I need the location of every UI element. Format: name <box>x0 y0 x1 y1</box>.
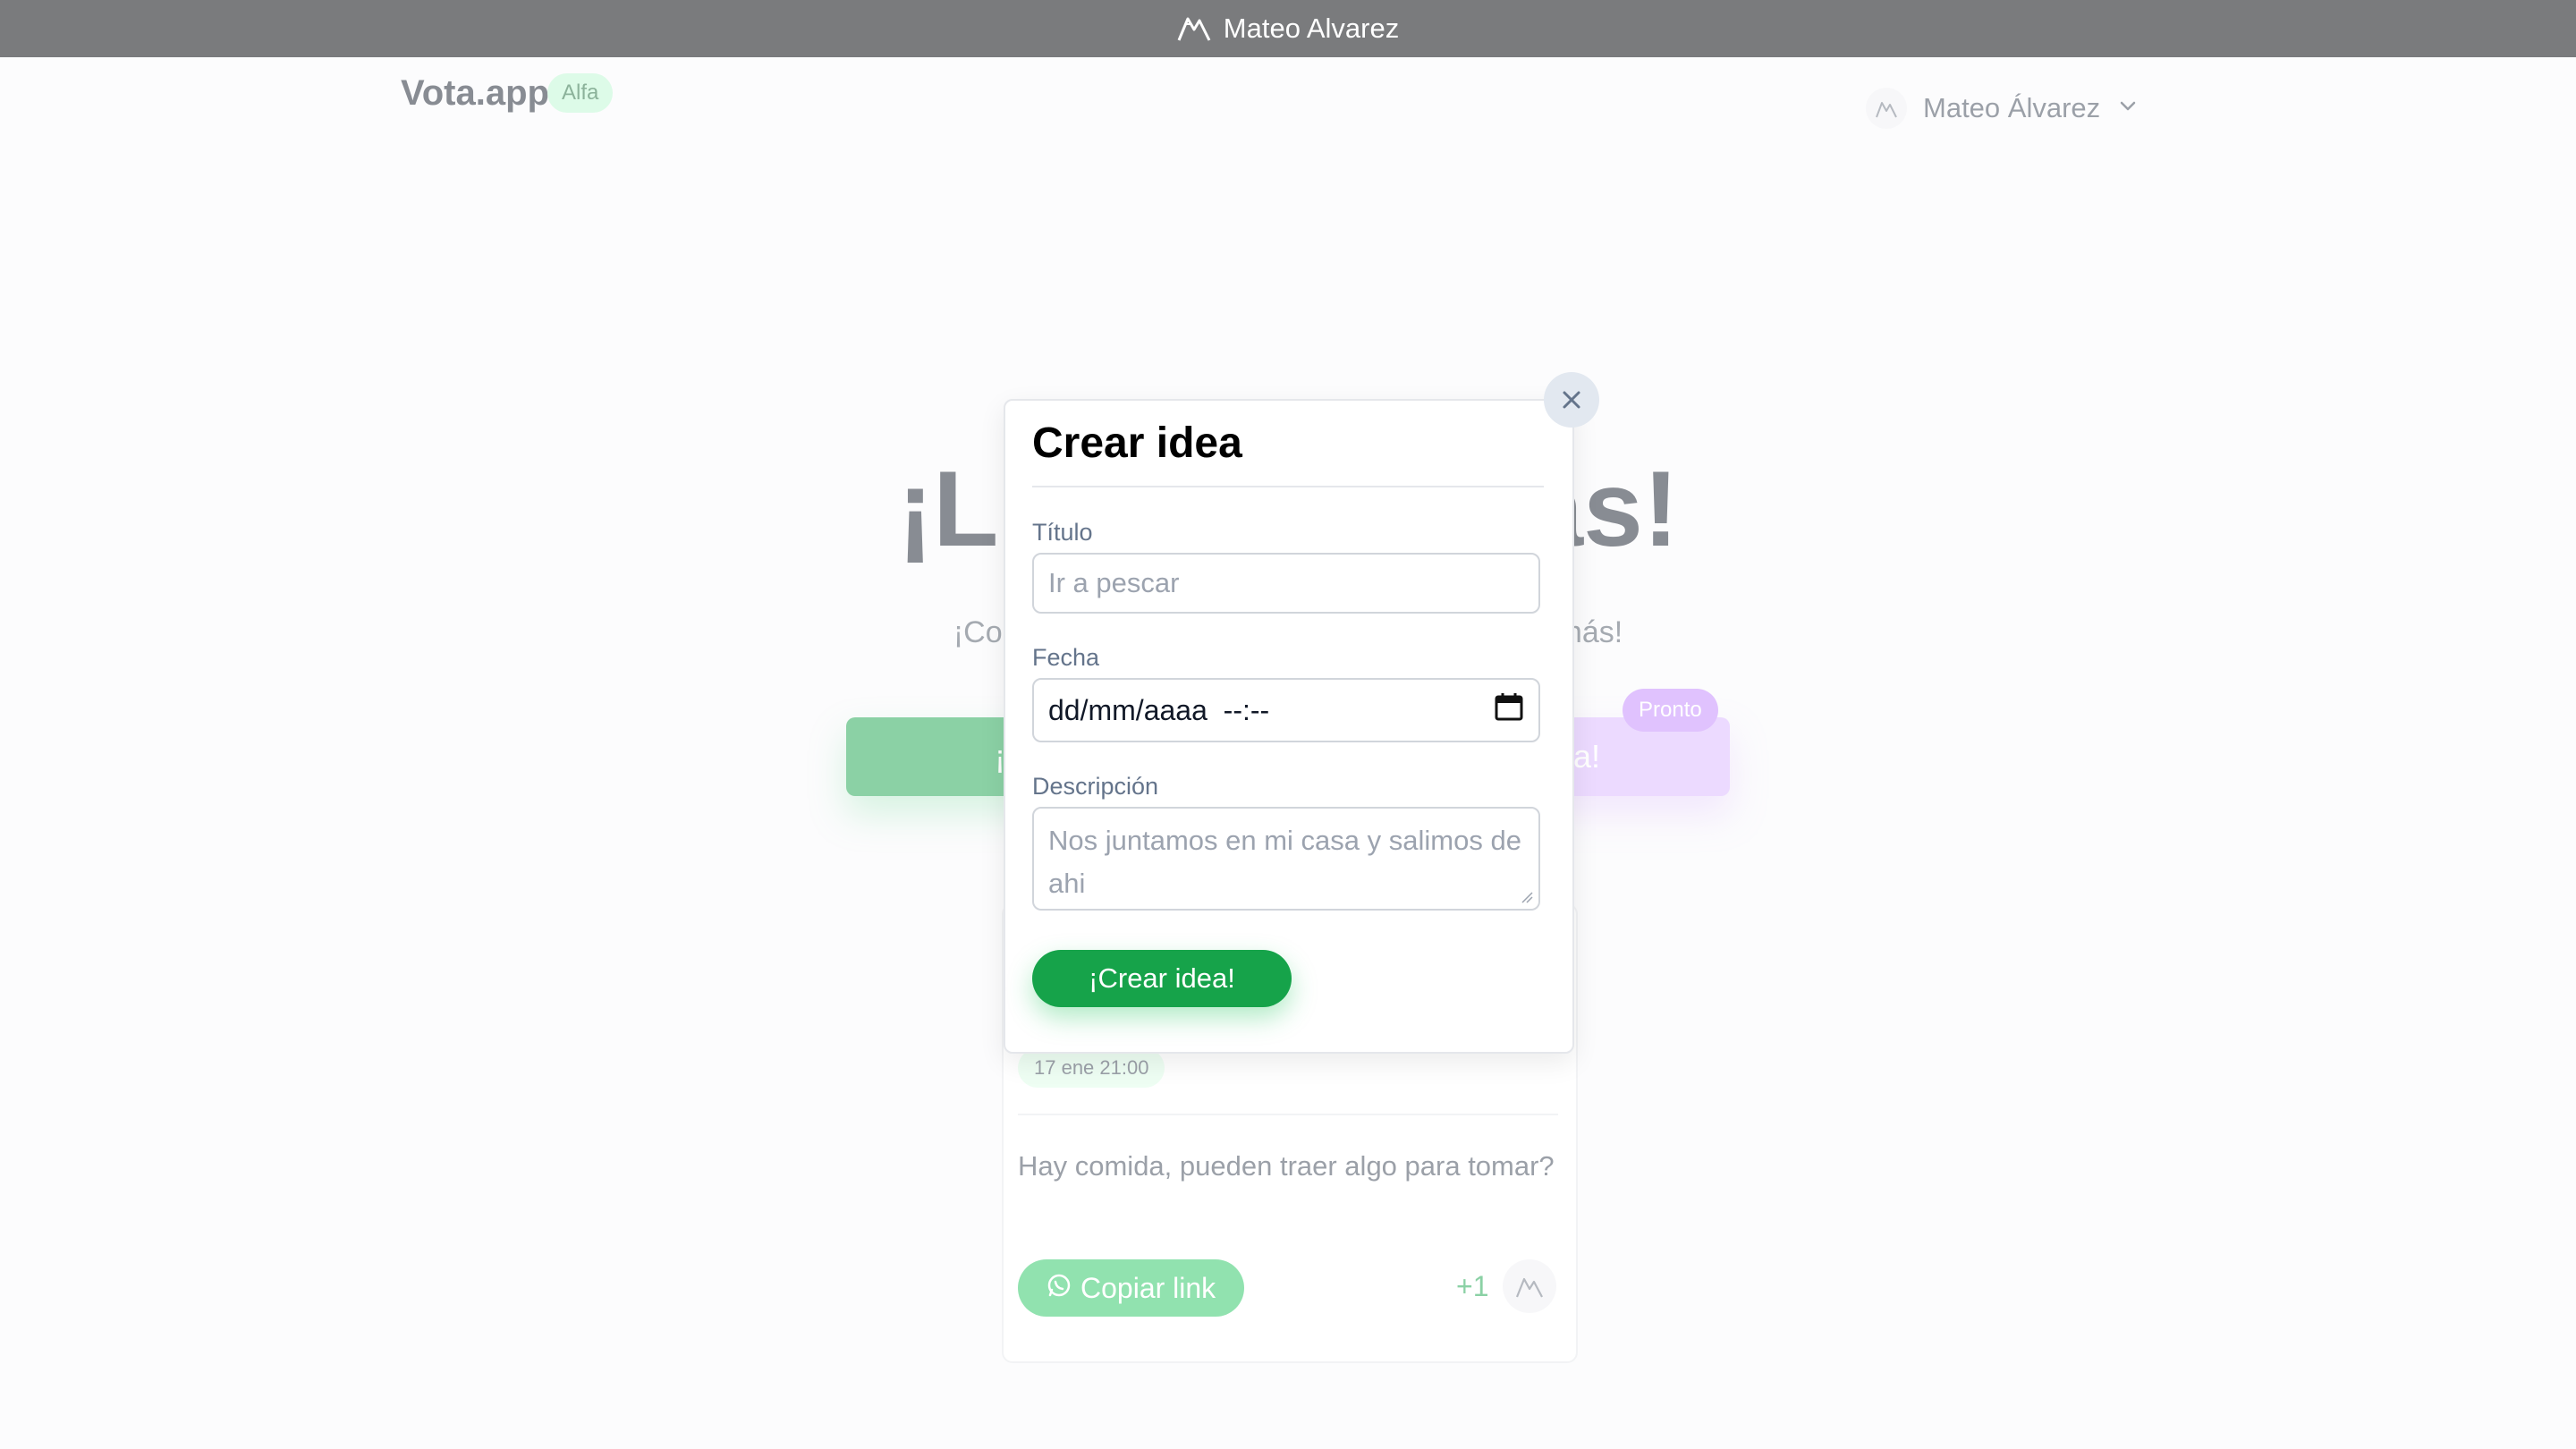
description-placeholder: Nos juntamos en mi casa y salimos de ahi <box>1048 825 1521 899</box>
date-value: dd/mm/aaaa --:-- <box>1048 693 1270 726</box>
title-input[interactable]: Ir a pescar <box>1032 553 1540 614</box>
date-input[interactable]: dd/mm/aaaa --:-- <box>1032 678 1540 742</box>
window-title: Mateo Alvarez <box>1223 13 1400 44</box>
close-icon <box>1563 391 1580 409</box>
date-label: Fecha <box>1032 644 1100 671</box>
calendar-icon[interactable] <box>1494 691 1524 729</box>
window-title-bar: Mateo Alvarez <box>0 0 2576 57</box>
modal-title: Crear idea <box>1032 419 1242 467</box>
title-label: Título <box>1032 519 1093 546</box>
title-placeholder: Ir a pescar <box>1048 567 1180 598</box>
resize-handle[interactable] <box>1521 891 1533 903</box>
description-label: Descripción <box>1032 773 1159 800</box>
mountain-icon <box>1177 12 1211 47</box>
submit-idea-button[interactable]: ¡Crear idea! <box>1032 950 1292 1007</box>
close-modal-button[interactable] <box>1544 372 1599 428</box>
description-textarea[interactable]: Nos juntamos en mi casa y salimos de ahi <box>1032 807 1540 911</box>
modal-divider <box>1032 486 1544 487</box>
